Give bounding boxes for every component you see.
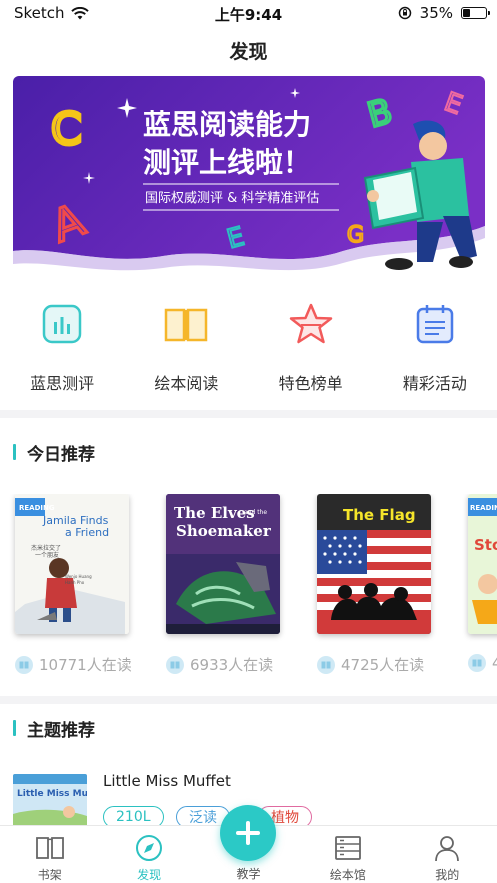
book-card[interactable]: READING Jamila Finds a Friend 杰米拉交了 一个朋友…	[15, 494, 132, 675]
category-label: 绘本阅读	[154, 374, 219, 393]
plus-button[interactable]	[220, 805, 276, 861]
category-row: 蓝思测评 绘本阅读 特色榜单 精彩活动	[0, 292, 497, 400]
book-icon	[15, 655, 33, 674]
category-label: 特色榜单	[278, 374, 343, 393]
nav-bar: 发现	[0, 26, 497, 74]
tab-label: 书架	[37, 868, 62, 882]
status-right: 35%	[398, 4, 490, 22]
battery-icon	[461, 7, 490, 19]
banner-headline-2: 测评上线啦！	[143, 146, 311, 179]
section-accent-bar	[13, 444, 16, 460]
svg-text:READING: READING	[19, 504, 55, 512]
theme-title: Little Miss Muffet	[103, 772, 231, 790]
banner-letter-g: G	[347, 223, 364, 248]
chart-icon	[38, 300, 86, 348]
reader-count: 4725人在读	[317, 654, 431, 675]
banner-letter-c: C	[51, 104, 82, 155]
reader-count-text: 6933人在读	[190, 656, 274, 674]
category-label: 精彩活动	[402, 374, 467, 393]
reader-count-text: 4	[492, 654, 497, 672]
category-featured-list[interactable]: 特色榜单	[249, 292, 373, 400]
compass-icon	[134, 833, 164, 863]
book-open-icon	[162, 300, 210, 348]
tab-library[interactable]: 绘本馆	[298, 826, 397, 883]
promo-banner[interactable]: C A E B E G 蓝思阅读能力 测评上线啦！ 国际权威测评 & 科学精准评…	[13, 76, 485, 272]
book-icon	[468, 654, 486, 672]
reader-count: 4	[468, 654, 497, 672]
book-cover-title: The Elves	[174, 504, 255, 522]
reader-count: 6933人在读	[166, 654, 280, 675]
book-card[interactable]: The Flag 4725人在读	[317, 494, 431, 675]
category-picture-book[interactable]: 绘本阅读	[124, 292, 248, 400]
svg-text:Wenjo Huang: Wenjo Huang	[65, 574, 92, 579]
book-cover-title: The Flag	[343, 506, 416, 524]
today-section-header: 今日推荐	[0, 440, 497, 465]
banner-headline-1: 蓝思阅读能力	[143, 108, 311, 141]
theme-cover-title: Little Miss Muffet	[17, 789, 87, 799]
tab-label: 绘本馆	[329, 868, 366, 882]
category-lexile-test[interactable]: 蓝思测评	[0, 292, 124, 400]
svg-text:Shoemaker: Shoemaker	[176, 522, 272, 540]
book-cover[interactable]: The Elves and the Shoemaker	[166, 494, 280, 634]
svg-text:杰米拉交了: 杰米拉交了	[31, 544, 61, 552]
battery-percent: 35%	[419, 4, 453, 22]
tab-label: 教学	[236, 867, 261, 881]
svg-text:a Friend: a Friend	[65, 526, 109, 539]
reader-count-text: 4725人在读	[341, 656, 425, 674]
page-title: 发现	[229, 40, 268, 63]
svg-text:and the: and the	[244, 509, 267, 516]
book-cover[interactable]: READING Jamila Finds a Friend 杰米拉交了 一个朋友…	[15, 494, 129, 634]
svg-text:Hanh Pho: Hanh Pho	[65, 580, 85, 585]
book-card[interactable]: READING Sto 4	[468, 494, 497, 672]
book-icon	[166, 655, 184, 674]
banner-subline: 国际权威测评 & 科学精准评估	[145, 190, 319, 206]
tab-label: 发现	[137, 868, 162, 882]
section-divider	[0, 410, 497, 418]
svg-text:READING: READING	[470, 504, 497, 512]
tab-discover[interactable]: 发现	[99, 826, 198, 883]
calendar-icon	[411, 300, 459, 348]
book-cover[interactable]: READING Sto	[468, 494, 497, 634]
book-cover[interactable]: The Flag	[317, 494, 431, 634]
book-cover-title: Sto	[474, 536, 497, 554]
tab-profile[interactable]: 我的	[398, 826, 497, 883]
rotation-lock-icon	[398, 6, 411, 20]
theme-cover[interactable]: Little Miss Muffet	[13, 774, 87, 830]
tab-label: 我的	[435, 868, 460, 882]
reader-count-text: 10771人在读	[39, 656, 132, 674]
library-icon	[333, 833, 363, 863]
book-card[interactable]: The Elves and the Shoemaker 6933人在读	[166, 494, 280, 675]
reader-count: 10771人在读	[15, 654, 132, 675]
bookshelf-icon	[35, 833, 65, 863]
category-activities[interactable]: 精彩活动	[373, 292, 497, 400]
status-bar: Sketch 上午9:44 35%	[0, 0, 497, 26]
section-title: 主题推荐	[27, 720, 95, 741]
star-icon	[287, 300, 335, 348]
category-label: 蓝思测评	[30, 374, 95, 393]
book-icon	[317, 655, 335, 674]
book-carousel[interactable]: READING Jamila Finds a Friend 杰米拉交了 一个朋友…	[0, 494, 497, 684]
section-title: 今日推荐	[27, 444, 95, 465]
svg-text:一个朋友: 一个朋友	[35, 551, 59, 559]
section-accent-bar	[13, 720, 16, 736]
tab-bookshelf[interactable]: 书架	[0, 826, 99, 883]
theme-section-header: 主题推荐	[0, 716, 497, 741]
user-icon	[432, 833, 462, 863]
section-divider	[0, 696, 497, 704]
